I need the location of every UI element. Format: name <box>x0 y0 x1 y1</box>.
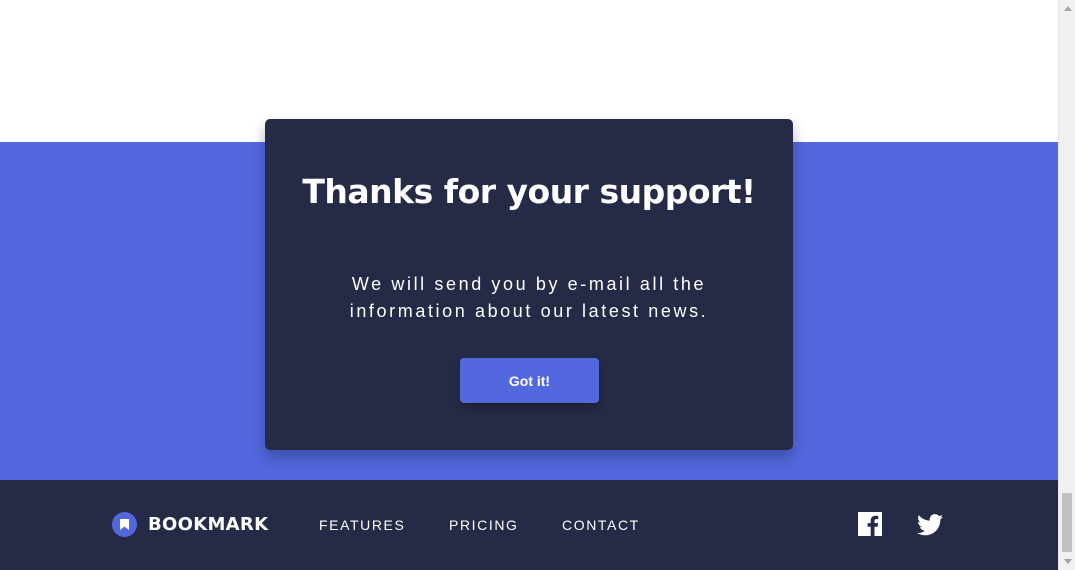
nav-contact[interactable]: CONTACT <box>562 517 640 533</box>
logo-text: BOOKMARK <box>148 514 269 535</box>
modal-message: We will send you by e-mail all the infor… <box>349 274 709 321</box>
scroll-down-arrow-icon[interactable] <box>1059 553 1075 570</box>
vertical-scrollbar[interactable] <box>1058 0 1075 570</box>
twitter-icon[interactable] <box>917 512 943 537</box>
nav-features[interactable]: FEATURES <box>319 517 405 533</box>
facebook-icon[interactable] <box>858 512 883 537</box>
scroll-up-arrow-icon[interactable] <box>1059 0 1075 17</box>
nav-pricing[interactable]: PRICING <box>449 517 519 533</box>
got-it-button[interactable]: Got it! <box>460 358 599 403</box>
thanks-modal: Thanks for your support! We will send yo… <box>265 119 793 450</box>
scroll-thumb[interactable] <box>1062 493 1072 552</box>
footer-logo[interactable]: BOOKMARK <box>112 512 268 537</box>
bookmark-icon <box>112 512 137 537</box>
modal-title: Thanks for your support! <box>302 172 756 211</box>
